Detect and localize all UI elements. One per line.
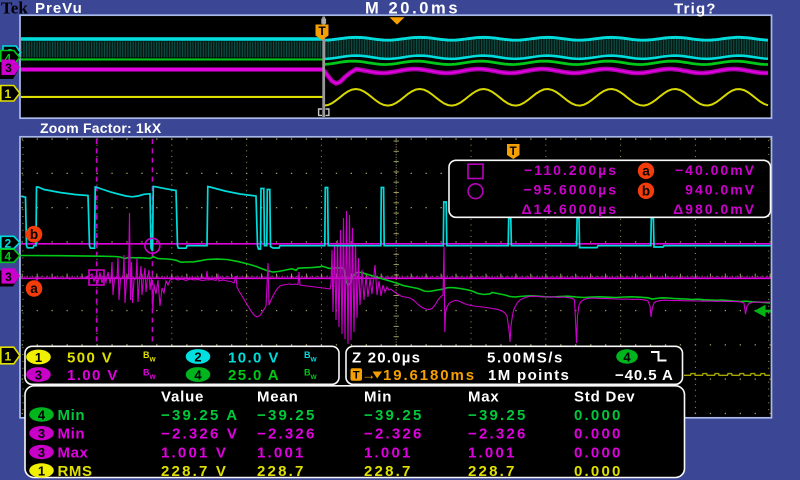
- svg-text:→: →: [362, 368, 377, 384]
- svg-text:25.0 A: 25.0 A: [228, 367, 280, 384]
- svg-text:228.7: 228.7: [257, 463, 306, 480]
- svg-text:1.001 V: 1.001 V: [161, 444, 228, 461]
- svg-text:3: 3: [38, 445, 45, 460]
- svg-text:500 V: 500 V: [67, 349, 113, 366]
- svg-text:1: 1: [35, 350, 42, 365]
- svg-text:−39.25: −39.25: [468, 407, 528, 424]
- svg-text:−110.200µs: −110.200µs: [524, 162, 618, 178]
- svg-text:1.001: 1.001: [257, 444, 306, 461]
- svg-text:−40.00mV: −40.00mV: [675, 162, 756, 178]
- svg-text:3: 3: [5, 61, 12, 75]
- svg-text:Max: Max: [58, 444, 89, 461]
- svg-text:−2.326: −2.326: [364, 426, 424, 443]
- svg-text:−39.25: −39.25: [364, 407, 424, 424]
- svg-text:W: W: [311, 357, 318, 364]
- svg-text:T: T: [510, 146, 517, 158]
- svg-text:−39.25: −39.25: [257, 407, 317, 424]
- svg-text:228.7: 228.7: [364, 463, 413, 480]
- svg-text:940.0mV: 940.0mV: [685, 182, 756, 198]
- svg-text:W: W: [150, 374, 157, 381]
- svg-text:Tek: Tek: [1, 0, 28, 17]
- svg-text:Min: Min: [58, 407, 86, 424]
- svg-text:Value: Value: [161, 389, 204, 406]
- svg-text:1: 1: [4, 87, 11, 101]
- svg-text:Δ980.0mV: Δ980.0mV: [673, 201, 756, 217]
- svg-text:2: 2: [4, 236, 11, 250]
- svg-text:W: W: [311, 374, 318, 381]
- svg-text:Min: Min: [58, 426, 86, 443]
- svg-text:0.000: 0.000: [574, 426, 623, 443]
- svg-text:Std Dev: Std Dev: [574, 389, 635, 406]
- svg-text:−95.6000µs: −95.6000µs: [523, 182, 618, 198]
- svg-text:W: W: [150, 357, 157, 364]
- svg-text:Z 20.0µs: Z 20.0µs: [352, 349, 421, 366]
- svg-text:b: b: [30, 227, 38, 242]
- svg-text:a: a: [30, 281, 38, 296]
- svg-text:−39.25 A: −39.25 A: [161, 407, 239, 424]
- svg-text:0.000: 0.000: [574, 444, 623, 461]
- svg-text:1.00 V: 1.00 V: [67, 367, 119, 384]
- svg-text:0.000: 0.000: [574, 407, 623, 424]
- svg-text:4: 4: [38, 407, 46, 422]
- svg-text:a: a: [642, 164, 650, 179]
- svg-text:Mean: Mean: [257, 389, 299, 406]
- svg-text:T: T: [353, 370, 360, 382]
- svg-text:M 20.0ms: M 20.0ms: [365, 0, 460, 18]
- svg-text:b: b: [642, 184, 650, 199]
- svg-text:1.001: 1.001: [468, 444, 517, 461]
- svg-text:−2.326: −2.326: [468, 426, 528, 443]
- svg-text:3: 3: [35, 367, 42, 382]
- svg-text:PreVu: PreVu: [35, 0, 83, 17]
- svg-text:Max: Max: [468, 389, 500, 406]
- svg-text:1.001: 1.001: [364, 444, 413, 461]
- svg-text:228.7: 228.7: [468, 463, 517, 480]
- svg-text:5.00MS/s: 5.00MS/s: [487, 349, 564, 366]
- svg-text:19.6180ms: 19.6180ms: [383, 367, 476, 384]
- svg-text:2: 2: [194, 349, 201, 364]
- svg-text:Δ14.6000µs: Δ14.6000µs: [521, 201, 618, 217]
- svg-text:1: 1: [4, 349, 11, 363]
- svg-text:228.7 V: 228.7 V: [161, 463, 228, 480]
- svg-text:4: 4: [4, 250, 11, 264]
- svg-text:−2.326 V: −2.326 V: [161, 426, 239, 443]
- svg-text:RMS: RMS: [58, 463, 93, 480]
- svg-text:Min: Min: [364, 389, 392, 406]
- svg-text:Zoom Factor: 1kX: Zoom Factor: 1kX: [40, 120, 162, 136]
- svg-text:T: T: [318, 24, 326, 38]
- svg-text:3: 3: [38, 426, 45, 441]
- svg-text:4: 4: [194, 367, 202, 382]
- svg-text:Trig?: Trig?: [674, 0, 717, 17]
- svg-text:3: 3: [5, 270, 12, 284]
- svg-text:0.000: 0.000: [574, 463, 623, 480]
- svg-text:1: 1: [38, 463, 45, 478]
- svg-text:4: 4: [623, 349, 631, 364]
- svg-text:10.0 V: 10.0 V: [228, 349, 280, 366]
- svg-text:−40.5 A: −40.5 A: [615, 367, 674, 384]
- svg-text:1M points: 1M points: [488, 367, 570, 384]
- svg-text:−2.326: −2.326: [257, 426, 317, 443]
